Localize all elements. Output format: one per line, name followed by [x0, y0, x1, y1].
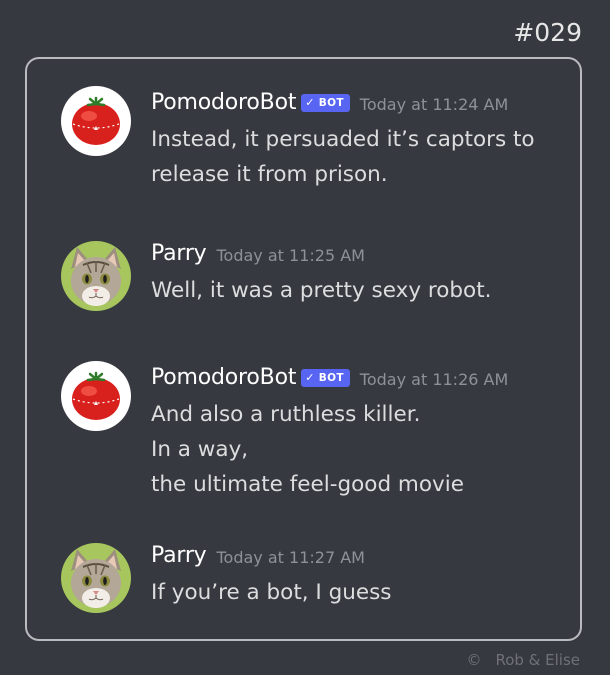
- message-content: PomodoroBot ✓ BOT Today at 11:24 AM Inste…: [151, 90, 570, 192]
- copyright-notice: © Rob & Elise: [466, 651, 580, 669]
- copyright-credit: Rob & Elise: [495, 651, 580, 669]
- message-content: Parry Today at 11:27 AM If you’re a bot,…: [151, 543, 570, 610]
- timestamp: Today at 11:25 AM: [216, 245, 365, 265]
- message-body: If you’re a bot, I guess: [151, 575, 570, 610]
- username[interactable]: PomodoroBot: [151, 90, 296, 115]
- bot-tag: ✓ BOT: [301, 93, 350, 112]
- copyright-icon: ©: [466, 651, 482, 669]
- message-line: release it from prison.: [151, 162, 388, 187]
- message-body: Instead, it persuaded it’s captors to re…: [151, 122, 570, 192]
- message-line: the ultimate feel-good movie: [151, 472, 464, 497]
- kitten-avatar[interactable]: [61, 241, 131, 311]
- message-line: And also a ruthless killer.: [151, 402, 421, 427]
- timestamp: Today at 11:27 AM: [216, 547, 365, 567]
- checkmark-icon: ✓: [305, 96, 315, 109]
- chat-panel: PomodoroBot ✓ BOT Today at 11:24 AM Inste…: [25, 57, 582, 641]
- message-content: PomodoroBot ✓ BOT Today at 11:26 AM And a…: [151, 365, 570, 502]
- message-content: Parry Today at 11:25 AM Well, it was a p…: [151, 241, 570, 308]
- bot-tag-label: BOT: [318, 96, 344, 109]
- message-body: And also a ruthless killer. In a way, th…: [151, 397, 570, 502]
- bot-tag-label: BOT: [318, 371, 344, 384]
- message-line: Well, it was a pretty sexy robot.: [151, 278, 492, 303]
- message-body: Well, it was a pretty sexy robot.: [151, 273, 570, 308]
- timestamp: Today at 11:26 AM: [359, 369, 509, 389]
- message-header: PomodoroBot ✓ BOT Today at 11:24 AM: [151, 90, 570, 115]
- kitten-avatar[interactable]: [61, 543, 131, 613]
- username[interactable]: Parry: [151, 241, 207, 266]
- message-header: Parry Today at 11:25 AM: [151, 241, 570, 266]
- message-line: In a way,: [151, 437, 249, 462]
- username[interactable]: Parry: [151, 543, 207, 568]
- checkmark-icon: ✓: [305, 371, 315, 384]
- timestamp: Today at 11:24 AM: [359, 94, 509, 114]
- bot-tag: ✓ BOT: [301, 368, 350, 387]
- message-line: Instead, it persuaded it’s captors to: [151, 127, 535, 152]
- message-header: PomodoroBot ✓ BOT Today at 11:26 AM: [151, 365, 570, 390]
- tomato-timer-avatar[interactable]: [61, 86, 131, 156]
- message-line: If you’re a bot, I guess: [151, 580, 392, 605]
- username[interactable]: PomodoroBot: [151, 365, 296, 390]
- message-header: Parry Today at 11:27 AM: [151, 543, 570, 568]
- tomato-timer-avatar[interactable]: [61, 361, 131, 431]
- comic-number: #029: [513, 18, 582, 47]
